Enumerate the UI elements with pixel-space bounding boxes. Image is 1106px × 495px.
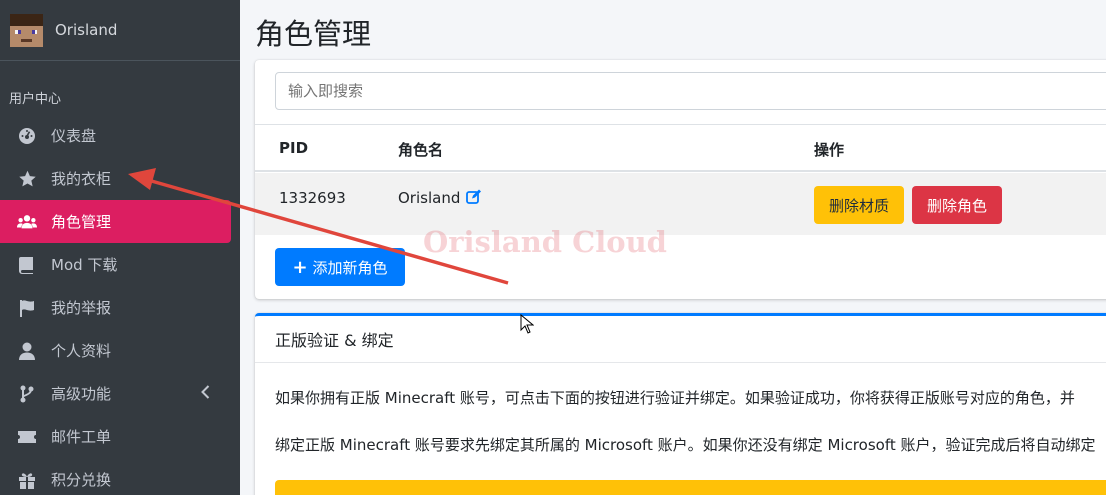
star-icon [17, 169, 37, 189]
players-card: PID 角色名 操作 1332693 Orisland 删除材质 删除角色 Or… [255, 60, 1106, 299]
column-header-pid[interactable]: PID [279, 139, 308, 157]
chevron-left-icon[interactable] [201, 385, 210, 403]
add-player-button[interactable]: + 添加新角色 [275, 248, 405, 286]
flag-icon [17, 298, 37, 318]
plus-icon: + [292, 256, 308, 278]
ticket-icon [17, 427, 37, 447]
card-title: 正版验证 & 绑定 [255, 316, 1106, 363]
sidebar-item-points-exchange[interactable]: 积分兑换 [0, 458, 240, 495]
sidebar-item-players[interactable]: 角色管理 [0, 200, 231, 243]
player-pid: 1332693 [279, 189, 346, 207]
edit-icon[interactable] [466, 189, 482, 208]
gift-icon [17, 470, 37, 490]
warning-alert [275, 480, 1106, 495]
users-icon [17, 212, 37, 232]
sidebar-item-label: 个人资料 [51, 342, 112, 360]
mouse-cursor-icon [520, 314, 534, 334]
sidebar-item-label: Mod 下载 [51, 256, 118, 274]
user-icon [17, 341, 37, 361]
delete-player-button[interactable]: 删除角色 [912, 186, 1002, 224]
sidebar-item-label: 我的举报 [51, 299, 112, 317]
player-name: Orisland [398, 189, 461, 207]
search-input[interactable] [275, 72, 1106, 110]
column-header-name[interactable]: 角色名 [398, 139, 443, 160]
clear-texture-button[interactable]: 删除材质 [814, 186, 904, 224]
sidebar-item-label: 高级功能 [51, 385, 112, 403]
table-header: PID 角色名 操作 [255, 124, 1106, 172]
column-header-actions: 操作 [814, 141, 845, 159]
page-title: 角色管理 [255, 17, 372, 51]
verify-paragraph-2: 绑定正版 Minecraft 账号要求先绑定其所属的 Microsoft 账户。… [275, 436, 1096, 454]
sidebar-item-label: 角色管理 [51, 213, 112, 231]
brand-link[interactable]: Orisland [0, 0, 240, 61]
dashboard-icon [17, 126, 37, 146]
sidebar-item-wardrobe[interactable]: 我的衣柜 [0, 157, 240, 200]
watermark: Orisland Cloud [423, 225, 667, 259]
brand-name: Orisland [55, 21, 118, 39]
sidebar: Orisland 用户中心 仪表盘 我的衣柜 角色管理 Mod 下载 我的举报 … [0, 0, 240, 495]
sidebar-item-profile[interactable]: 个人资料 [0, 329, 240, 372]
premium-verify-card: 正版验证 & 绑定 如果你拥有正版 Minecraft 账号，可点击下面的按钮进… [255, 313, 1106, 495]
sidebar-item-label: 邮件工单 [51, 428, 112, 446]
sidebar-item-label: 积分兑换 [51, 471, 112, 489]
sidebar-item-dashboard[interactable]: 仪表盘 [0, 114, 240, 157]
sidebar-item-reports[interactable]: 我的举报 [0, 286, 240, 329]
avatar [10, 13, 43, 47]
book-icon [17, 255, 37, 275]
fork-icon [17, 384, 37, 404]
sidebar-section-header: 用户中心 [9, 92, 62, 107]
sidebar-item-label: 我的衣柜 [51, 170, 112, 188]
sidebar-item-advanced[interactable]: 高级功能 [0, 372, 240, 415]
sidebar-nav: 仪表盘 我的衣柜 角色管理 Mod 下载 我的举报 个人资料 高级功能 邮件工单… [0, 114, 240, 495]
verify-paragraph-1: 如果你拥有正版 Minecraft 账号，可点击下面的按钮进行验证并绑定。如果验… [275, 389, 1075, 407]
player-name-cell: Orisland [398, 189, 482, 208]
add-player-label: 添加新角色 [312, 258, 388, 277]
sidebar-item-mod-download[interactable]: Mod 下载 [0, 243, 240, 286]
sidebar-item-tickets[interactable]: 邮件工单 [0, 415, 240, 458]
sidebar-item-label: 仪表盘 [51, 127, 97, 145]
